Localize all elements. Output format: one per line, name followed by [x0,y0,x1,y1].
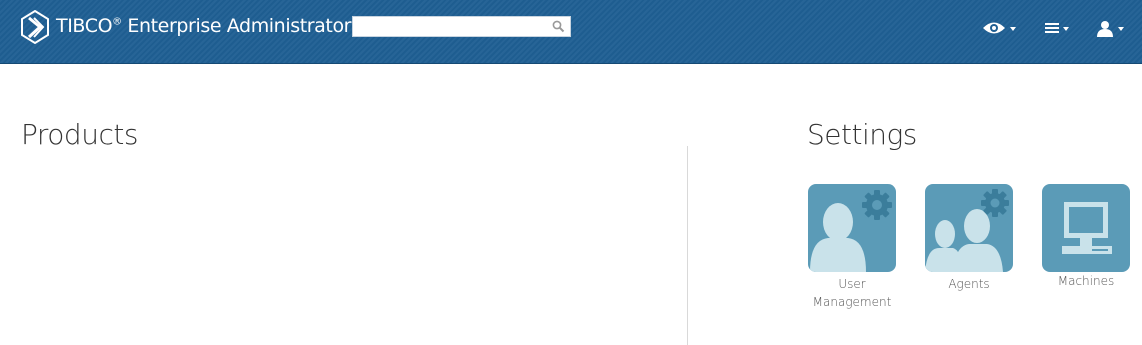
search-input[interactable] [353,17,551,36]
app-title-brand: TIBCO [56,15,113,37]
registered-mark: ® [112,16,122,28]
settings-tile-user-management[interactable]: User Management [808,184,896,311]
tile-label-line: Agents [948,277,990,291]
tile-image[interactable] [808,184,896,272]
tile-label[interactable]: User Management [808,275,896,311]
main-menu-button[interactable] [1045,17,1069,39]
settings-tile-agents[interactable]: Agents [925,184,1013,293]
settings-tile-machines[interactable]: Machines [1042,184,1130,290]
products-heading: Products [21,118,138,151]
tile-image[interactable] [1042,184,1130,272]
chevron-down-icon [1010,27,1016,31]
settings-heading: Settings [807,118,917,151]
user-menu-button[interactable] [1096,17,1124,39]
top-navigation-bar: TIBCO® Enterprise Administrator [0,0,1142,64]
view-menu-button[interactable] [982,17,1016,39]
app-title[interactable]: TIBCO® Enterprise Administrator [56,15,351,37]
tile-label[interactable]: Machines [1042,272,1130,290]
chevron-down-icon [1118,27,1124,31]
search-box[interactable] [352,16,571,37]
tibco-logo-icon [21,10,49,44]
user-management-icon [810,190,892,272]
search-icon[interactable] [552,20,565,33]
tile-label-line: Machines [1057,274,1115,288]
tile-image[interactable] [925,184,1013,272]
tile-label-line: Management [812,295,892,309]
tile-label[interactable]: Agents [925,275,1013,293]
agents-icon [925,189,1009,272]
app-title-text: Enterprise Administrator [121,15,352,37]
tile-label-line: User [838,277,866,291]
chevron-down-icon [1063,27,1069,31]
section-divider [687,146,688,345]
machines-icon [1062,202,1112,254]
user-icon [1097,20,1113,37]
list-menu-icon [1045,23,1059,33]
eye-icon [983,22,1005,34]
